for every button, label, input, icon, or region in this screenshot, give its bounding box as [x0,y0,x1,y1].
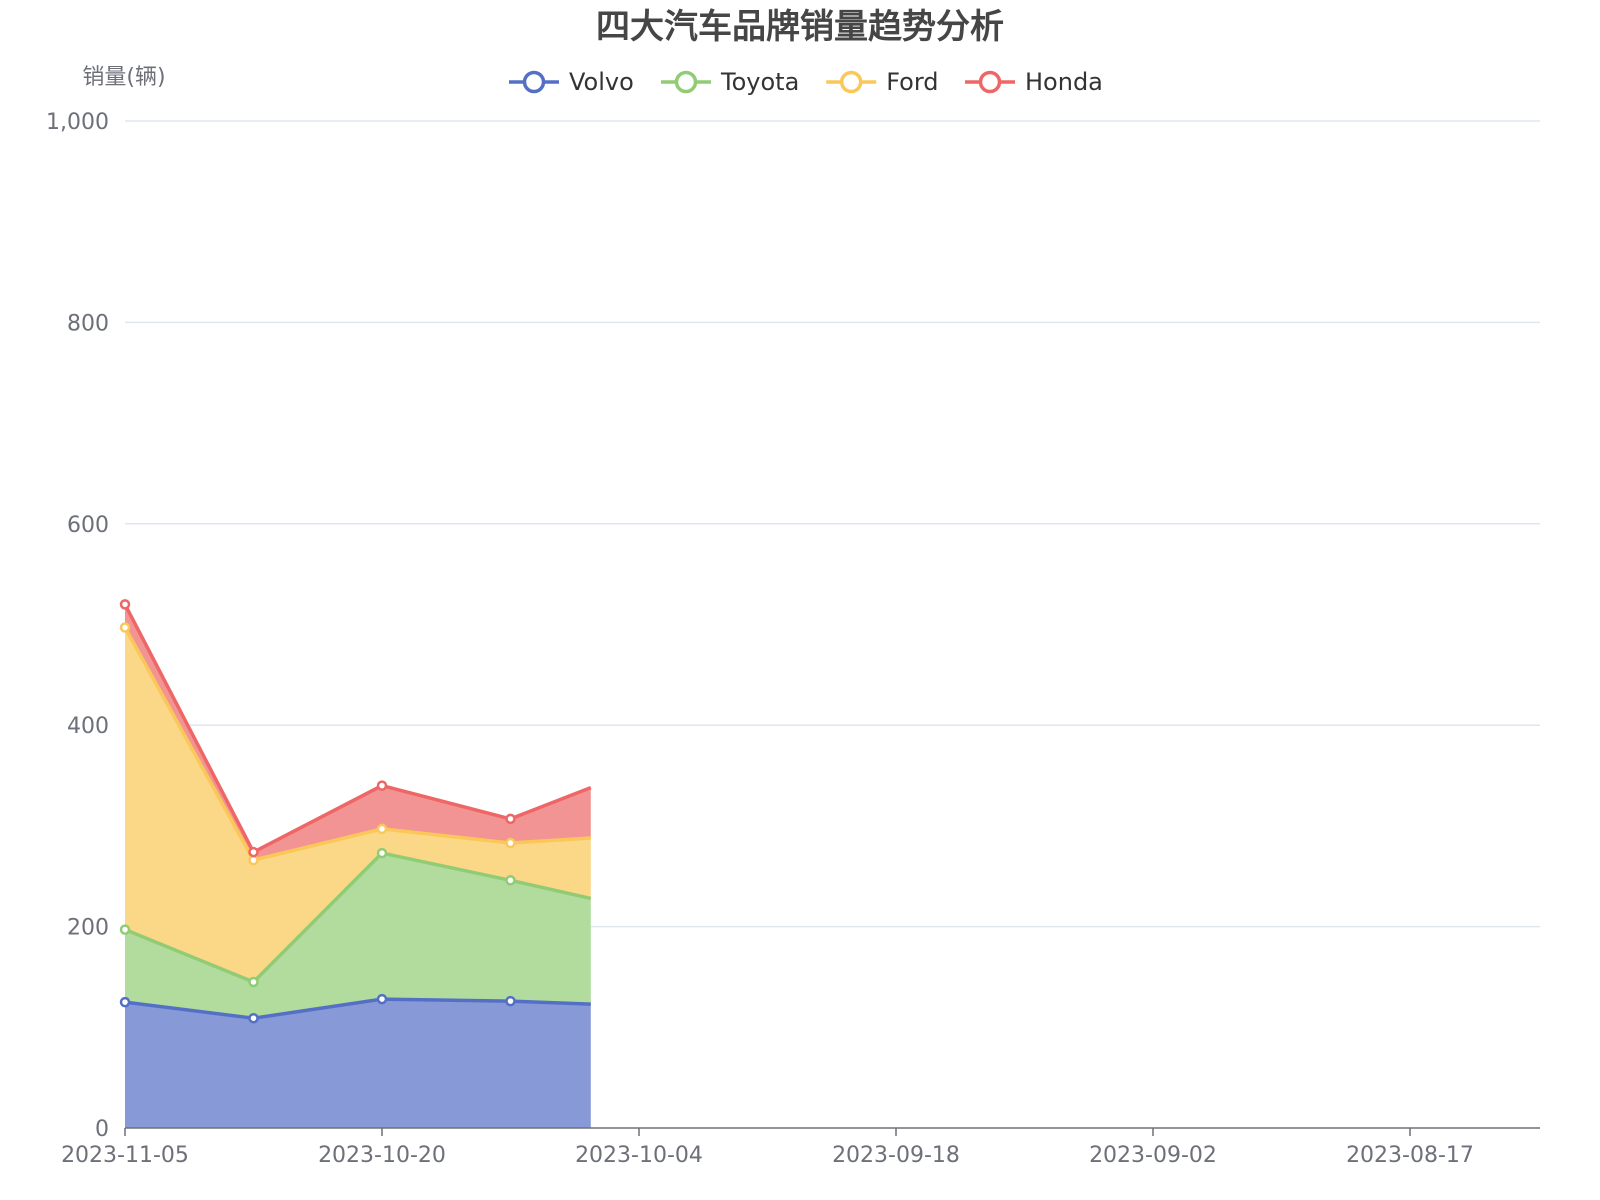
legend-circle-icon [674,70,698,94]
legend-label: Ford [886,68,938,96]
stacked-area-chart: 四大汽车品牌销量趋势分析 销量(辆) Volvo Toyota Ford Honda … [46,7,1540,1168]
x-tick-label: 2023-09-02 [1089,1143,1217,1168]
x-tick-label: 2023-09-18 [832,1143,960,1168]
point-volvo[interactable] [505,995,516,1007]
point-toyota[interactable] [505,875,516,886]
chart-title: 四大汽车品牌销量趋势分析 [596,7,1004,47]
area-volvo [125,999,591,1128]
legend-label: Honda [1025,68,1103,96]
point-honda[interactable] [119,599,131,610]
grid-lines [125,120,1540,928]
legend-circle-icon [522,70,546,94]
x-tick-label: 2023-10-04 [575,1143,703,1168]
y-tick-label: 1,000 [46,110,109,135]
legend-item-volvo[interactable]: Volvo [509,68,634,96]
point-honda[interactable] [376,780,388,791]
y-tick-label: 400 [67,714,109,739]
y-tick-label: 800 [67,311,109,336]
x-tick-label: 2023-11-05 [61,1143,189,1168]
point-toyota[interactable] [119,924,131,935]
point-volvo[interactable] [119,996,131,1008]
point-honda[interactable] [505,813,516,825]
legend-label: Volvo [569,68,634,96]
legend-item-ford[interactable]: Ford [826,68,939,96]
x-tick-label: 2023-08-17 [1346,1143,1474,1168]
point-ford[interactable] [505,837,516,849]
legend-label: Toyota [720,68,799,96]
x-tick-label: 2023-10-20 [318,1143,446,1168]
y-axis-label: 销量(辆) [82,65,165,90]
legend-item-honda[interactable]: Honda [965,68,1103,96]
series-areas [125,604,591,1128]
legend-item-toyota[interactable]: Toyota [661,68,799,96]
point-honda[interactable] [248,846,259,858]
legend[interactable]: Volvo Toyota Ford Honda [509,68,1103,96]
point-toyota[interactable] [376,847,388,859]
y-tick-label: 600 [67,513,109,538]
legend-circle-icon [978,70,1002,94]
point-volvo[interactable] [376,993,388,1005]
point-toyota[interactable] [248,976,259,988]
point-ford[interactable] [376,823,388,835]
y-tick-label: 200 [67,916,109,941]
point-volvo[interactable] [248,1012,259,1024]
point-ford[interactable] [119,622,131,633]
legend-circle-icon [839,70,863,94]
y-tick-label: 0 [95,1117,109,1142]
point-ford[interactable] [248,854,259,866]
